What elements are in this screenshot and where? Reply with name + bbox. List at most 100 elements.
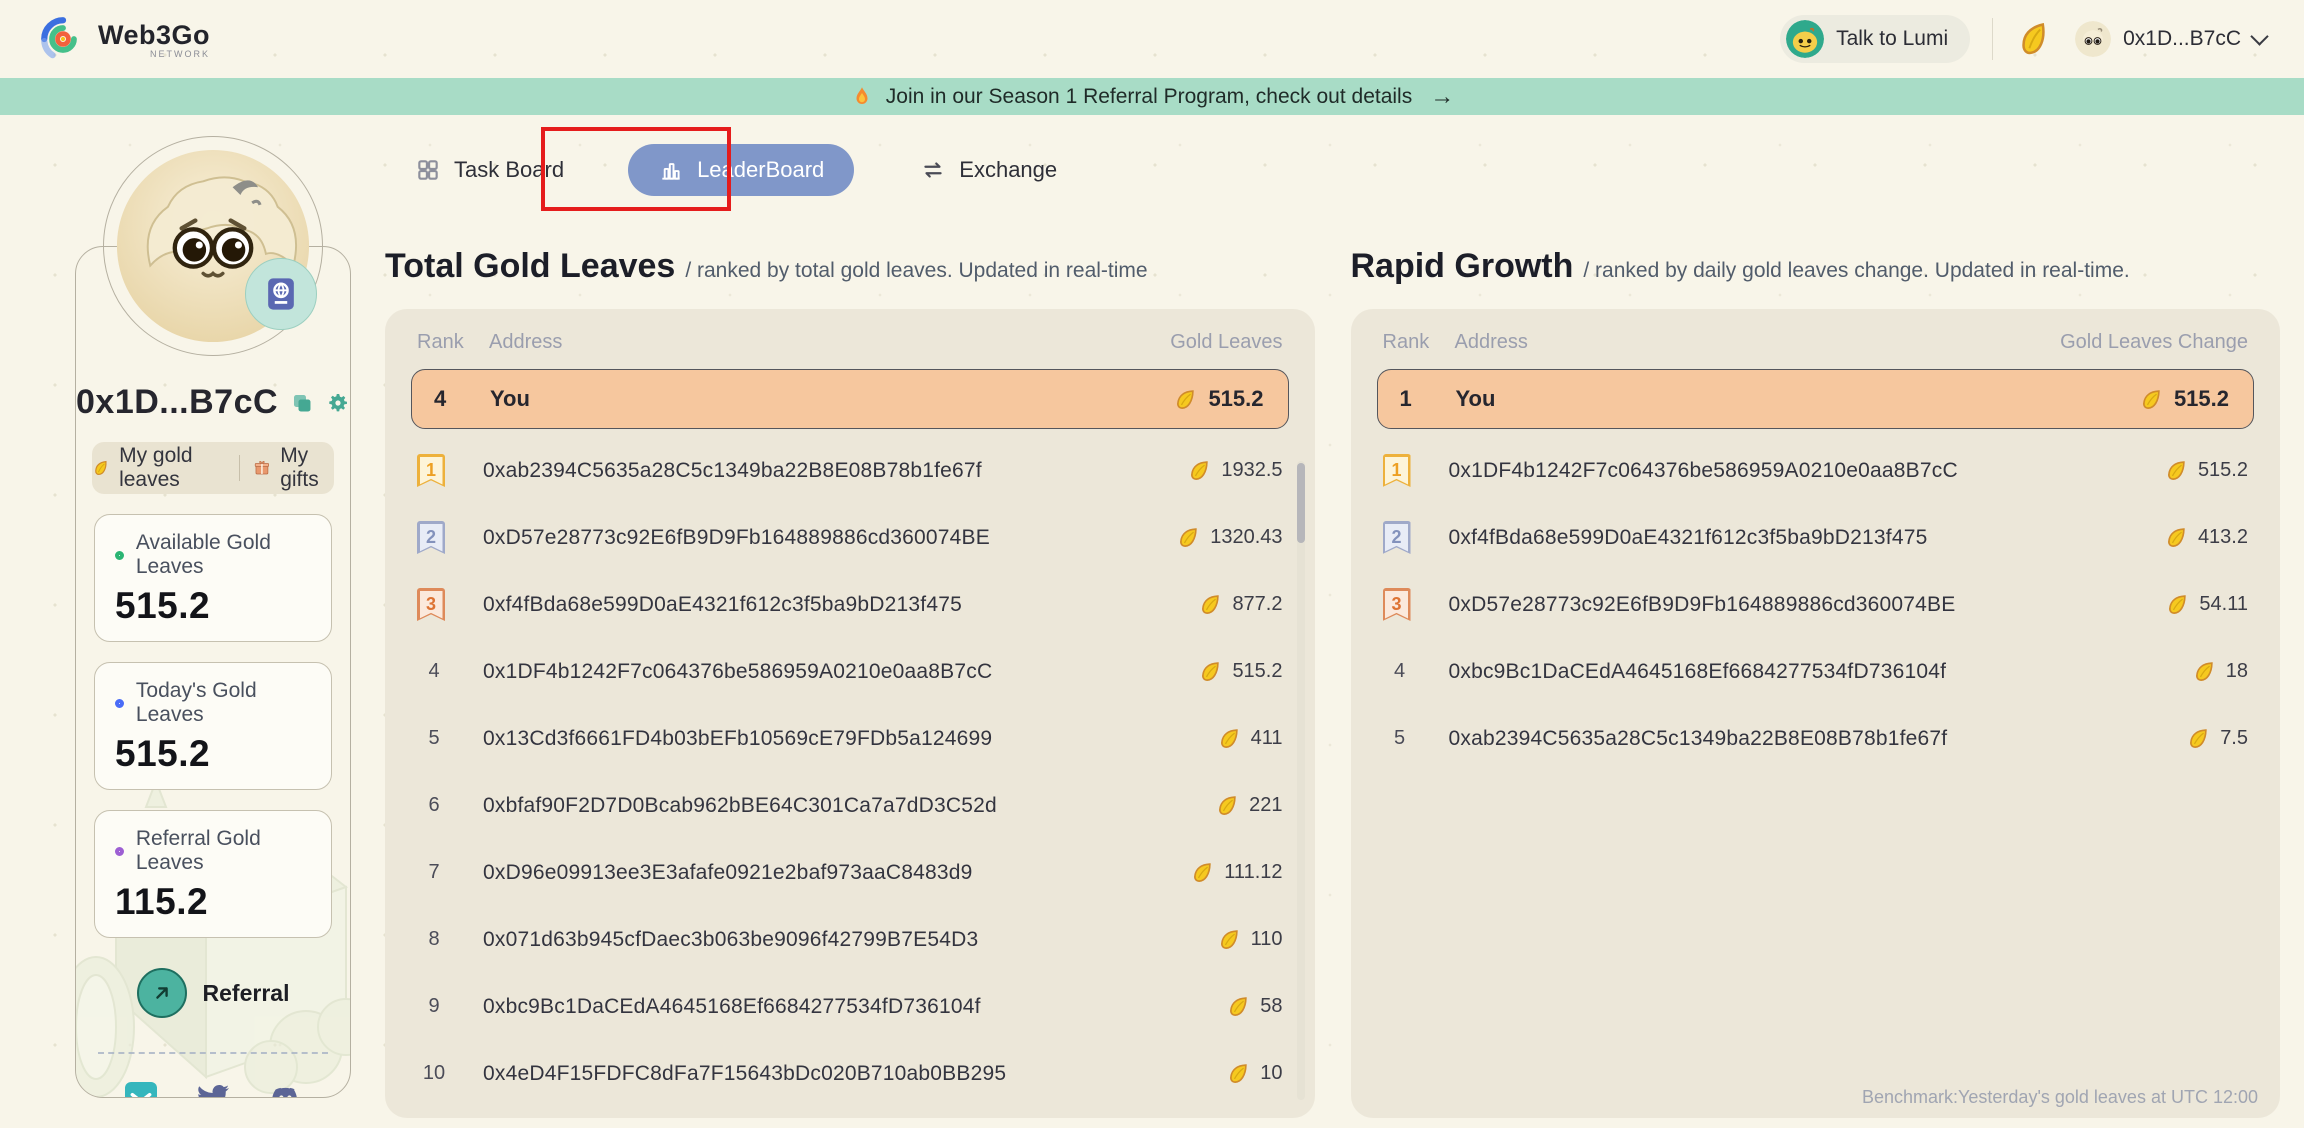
tab-leaderboard[interactable]: LeaderBoard xyxy=(628,144,854,196)
twitter-icon[interactable] xyxy=(197,1082,229,1098)
rank-badge: 3 xyxy=(1383,588,1411,621)
stat-todays-gold-leaves: Today's Gold Leaves 515.2 xyxy=(94,662,332,790)
row-value: 411 xyxy=(1251,727,1283,750)
row-address: 0xbc9Bc1DaCEdA4645168Ef6684277534fD73610… xyxy=(1449,660,2192,684)
referral-label: Referral xyxy=(203,980,290,1007)
leaderboard-panel: Rank Address Gold Leaves 4 You 515.2 xyxy=(385,309,1315,1118)
gold-leaf-icon xyxy=(2138,386,2165,413)
stat-label: Referral Gold Leaves xyxy=(136,827,311,875)
gold-leaf-icon xyxy=(1216,725,1243,752)
account-menu[interactable]: 0x1D...B7cC xyxy=(2075,21,2266,57)
gold-leaf-icon xyxy=(1186,457,1213,484)
my-gold-leaves-label: My gold leaves xyxy=(119,444,224,492)
rank-badge: 4 xyxy=(1383,655,1417,688)
table-row: 1 0x1DF4b1242F7c064376be586959A0210e0aa8… xyxy=(1377,437,2255,504)
web3go-logo-icon xyxy=(38,14,88,64)
gold-leaf-icon xyxy=(1189,859,1216,886)
row-value: 58 xyxy=(1260,995,1282,1018)
pill-divider xyxy=(239,455,240,481)
gold-leaf-icon xyxy=(1214,792,1241,819)
scrollbar-thumb[interactable] xyxy=(1297,463,1305,543)
board-title: Total Gold Leaves xyxy=(385,247,675,286)
table-header: Rank Address Gold Leaves Change xyxy=(1377,319,2255,365)
profile-address: 0x1D...B7cC xyxy=(76,383,278,422)
my-gifts-link[interactable]: My gifts xyxy=(253,444,334,492)
tab-label: Task Board xyxy=(454,157,564,183)
gear-icon[interactable] xyxy=(326,389,350,417)
table-row: 5 0xab2394C5635a28C5c1349ba22B8E08B78b1f… xyxy=(1377,705,2255,772)
tab-label: LeaderBoard xyxy=(697,157,824,183)
referral-program-banner: Join in our Season 1 Referral Program, c… xyxy=(0,78,2304,115)
you-row: 1 You 515.2 xyxy=(1377,369,2255,429)
tab-task-board[interactable]: Task Board xyxy=(415,157,564,183)
row-address: 0xab2394C5635a28C5c1349ba22B8E08B78b1fe6… xyxy=(1449,727,2187,751)
rank-badge: 1 xyxy=(417,454,445,487)
gold-leaf-icon[interactable] xyxy=(2013,18,2055,60)
referral-button[interactable]: Referral xyxy=(76,968,350,1018)
arrow-right-icon: → xyxy=(1430,83,1454,111)
main-content: Task Board LeaderBoard Exchange Total Go… xyxy=(385,127,2280,1118)
my-gold-leaves-link[interactable]: My gold leaves xyxy=(92,444,225,492)
flame-icon xyxy=(850,85,874,109)
board-subtitle: / ranked by total gold leaves. Updated i… xyxy=(685,259,1147,283)
rank-badge: 2 xyxy=(417,521,445,554)
you-rank: 1 xyxy=(1388,386,1456,412)
discord-icon[interactable] xyxy=(269,1082,301,1098)
gold-leaf-icon xyxy=(2165,591,2192,618)
board-total-gold-leaves: Total Gold Leaves / ranked by total gold… xyxy=(385,247,1315,1118)
row-value: 54.11 xyxy=(2199,593,2248,616)
board-rapid-growth: Rapid Growth / ranked by daily gold leav… xyxy=(1351,247,2281,1118)
green-dot-icon xyxy=(115,551,124,560)
rank-badge: 5 xyxy=(1383,722,1417,755)
row-value: 7.5 xyxy=(2220,727,2248,750)
col-value: Gold Leaves xyxy=(1170,331,1282,354)
row-address: 0xD96e09913ee3E3afafe0921e2baf973aaC8483… xyxy=(483,861,1190,885)
mail-icon[interactable] xyxy=(125,1082,157,1098)
profile-links: My gold leaves My gifts xyxy=(92,442,334,494)
banner-link[interactable]: Join in our Season 1 Referral Program, c… xyxy=(850,83,1454,111)
table-row: 2 0xf4fBda68e599D0aE4321f612c3f5ba9bD213… xyxy=(1377,504,2255,571)
stat-label: Available Gold Leaves xyxy=(136,531,311,579)
talk-to-lumi-button[interactable]: Talk to Lumi xyxy=(1780,15,1970,63)
table-header: Rank Address Gold Leaves xyxy=(411,319,1289,365)
table-row: 4 0xbc9Bc1DaCEdA4645168Ef6684277534fD736… xyxy=(1377,638,2255,705)
tab-exchange[interactable]: Exchange xyxy=(920,157,1057,183)
you-value: 515.2 xyxy=(1208,386,1263,412)
passport-icon xyxy=(259,272,303,316)
gold-leaf-icon xyxy=(1175,524,1202,551)
gold-leaf-icon xyxy=(1198,658,1225,685)
scrollbar-track[interactable] xyxy=(1297,461,1305,1100)
table-row: 6 0xbfaf90F2D7D0Bcab962bBE64C301Ca7a7dD3… xyxy=(411,772,1289,839)
row-address: 0xD57e28773c92E6fB9D9Fb164889886cd360074… xyxy=(483,526,1176,550)
table-row: 4 0x1DF4b1242F7c064376be586959A0210e0aa8… xyxy=(411,638,1289,705)
board-title: Rapid Growth xyxy=(1351,247,1574,286)
bar-chart-icon xyxy=(658,157,684,183)
chain-passport-badge[interactable] xyxy=(245,258,317,330)
table-row: 3 0xf4fBda68e599D0aE4321f612c3f5ba9bD213… xyxy=(411,571,1289,638)
banner-text: Join in our Season 1 Referral Program, c… xyxy=(886,85,1412,109)
table-rows: 1 0xab2394C5635a28C5c1349ba22B8E08B78b1f… xyxy=(411,437,1289,1104)
row-value: 515.2 xyxy=(1232,660,1282,683)
rank-badge: 3 xyxy=(417,588,445,621)
chevron-down-icon xyxy=(2250,27,2268,45)
row-address: 0xD57e28773c92E6fB9D9Fb164889886cd360074… xyxy=(1449,593,2166,617)
row-address: 0x071d63b945cfDaec3b063be9096f42799B7E54… xyxy=(483,928,1217,952)
table-row: 7 0xD96e09913ee3E3afafe0921e2baf973aaC84… xyxy=(411,839,1289,906)
leaderboard-panel: Rank Address Gold Leaves Change 1 You 51… xyxy=(1351,309,2281,1118)
purple-dot-icon xyxy=(115,847,124,856)
col-address: Address xyxy=(489,331,1170,354)
table-row: 2 0xD57e28773c92E6fB9D9Fb164889886cd3600… xyxy=(411,504,1289,571)
table-row: 5 0x13Cd3f6661FD4b03bEFb10569cE79FDb5a12… xyxy=(411,705,1289,772)
benchmark-footnote: Benchmark:Yesterday's gold leaves at UTC… xyxy=(1862,1087,2258,1108)
gold-leaf-icon xyxy=(92,456,110,480)
lumi-avatar-icon xyxy=(1786,20,1824,58)
stat-referral-gold-leaves: Referral Gold Leaves 115.2 xyxy=(94,810,332,938)
table-row: 10 0x4eD4F15FDFC8dFa7F15643bDc020B710ab0… xyxy=(411,1040,1289,1107)
row-address: 0xf4fBda68e599D0aE4321f612c3f5ba9bD213f4… xyxy=(1449,526,2164,550)
gold-leaf-icon xyxy=(1225,1060,1252,1087)
rank-badge: 6 xyxy=(417,789,451,822)
stat-value: 115.2 xyxy=(115,881,311,923)
copy-icon[interactable] xyxy=(290,389,314,417)
gold-leaf-icon xyxy=(2163,457,2190,484)
logo[interactable]: Web3Go NETWORK xyxy=(38,14,210,64)
